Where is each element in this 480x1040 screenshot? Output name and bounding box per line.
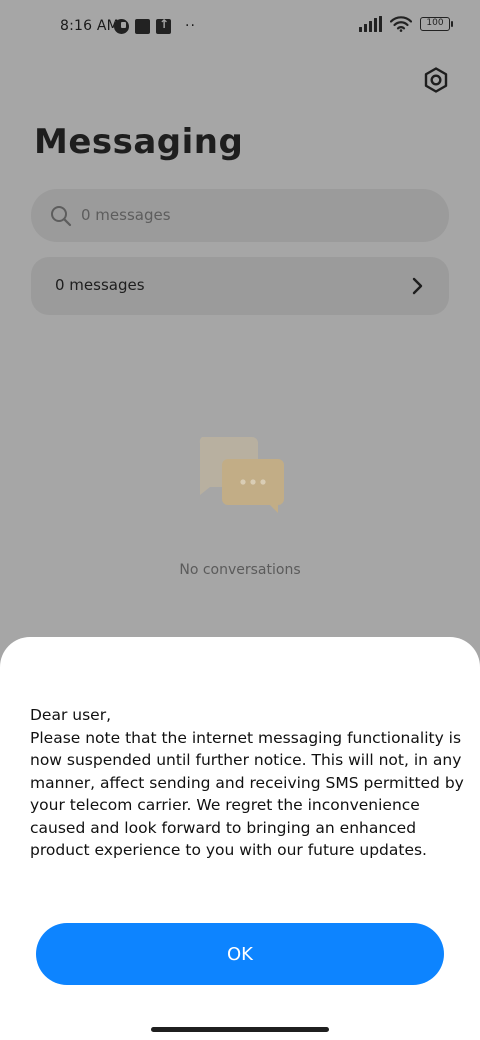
screen: 8:16 AM ·· 100 <box>0 0 480 1040</box>
status-bar: 8:16 AM ·· 100 <box>0 0 480 54</box>
notification-icons: ·· <box>114 17 196 34</box>
messages-row[interactable]: 0 messages <box>31 257 449 315</box>
upload-icon <box>156 17 171 34</box>
search-placeholder: 0 messages <box>81 206 171 224</box>
search-bar[interactable]: 0 messages <box>31 189 449 242</box>
empty-state-text: No conversations <box>179 562 301 578</box>
dialog-message: Dear user, Please note that the internet… <box>30 706 464 859</box>
ok-button[interactable]: OK <box>36 923 444 985</box>
search-icon <box>51 206 72 227</box>
chat-bubbles-icon <box>199 437 284 513</box>
page-title: Messaging <box>34 122 244 162</box>
notice-dialog: Dear user, Please note that the internet… <box>0 637 480 1040</box>
settings-hexagon-icon <box>424 67 448 93</box>
ok-button-label: OK <box>227 943 253 965</box>
status-time: 8:16 AM <box>60 18 119 34</box>
home-indicator[interactable] <box>151 1027 329 1032</box>
battery-icon: 100 <box>420 17 453 31</box>
chevron-right-icon <box>412 277 423 295</box>
notification-square-icon <box>135 18 150 34</box>
settings-button[interactable] <box>422 66 450 94</box>
system-icons: 100 <box>359 16 453 32</box>
wifi-icon <box>390 16 412 32</box>
messages-row-label: 0 messages <box>55 276 145 294</box>
more-notifications-icon: ·· <box>185 18 196 34</box>
notification-app-icon <box>114 18 129 34</box>
signal-icon <box>359 16 382 32</box>
